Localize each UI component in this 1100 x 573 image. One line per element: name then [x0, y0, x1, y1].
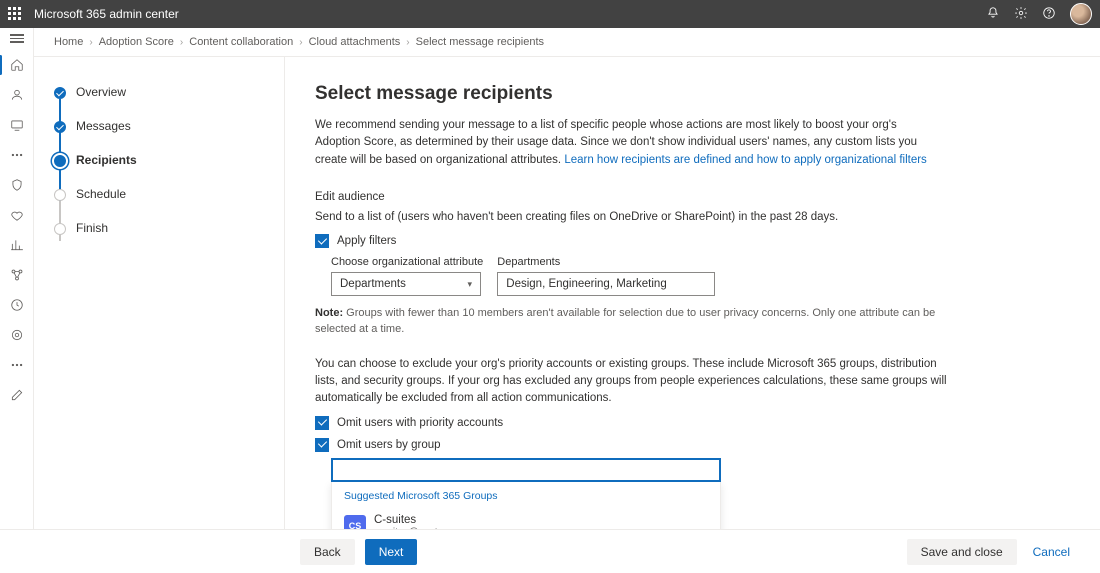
- left-nav-rail: [0, 28, 34, 573]
- audience-subtext: Send to a list of (users who haven't bee…: [315, 209, 955, 226]
- step-recipients[interactable]: Recipients: [54, 153, 264, 187]
- dots-icon[interactable]: [9, 147, 25, 163]
- devices-icon[interactable]: [9, 117, 25, 133]
- home-icon[interactable]: [9, 57, 25, 73]
- learn-link[interactable]: Learn how recipients are defined and how…: [564, 154, 926, 166]
- wizard-steps: Overview Messages Recipients Schedule Fi…: [34, 57, 284, 573]
- step-overview[interactable]: Overview: [54, 85, 264, 119]
- attribute-select[interactable]: Departments ▾: [331, 272, 481, 296]
- notifications-icon[interactable]: [986, 6, 1000, 23]
- app-title: Microsoft 365 admin center: [34, 7, 986, 21]
- account-avatar[interactable]: [1070, 3, 1092, 25]
- admin-icon[interactable]: [9, 297, 25, 313]
- edit-icon[interactable]: [9, 387, 25, 403]
- more-icon[interactable]: [9, 357, 25, 373]
- shield-icon[interactable]: [9, 177, 25, 193]
- nav-toggle-icon[interactable]: [10, 34, 24, 43]
- step-messages[interactable]: Messages: [54, 119, 264, 153]
- group-search-input[interactable]: [331, 458, 721, 482]
- app-launcher-icon[interactable]: [8, 7, 22, 21]
- omit-group-checkbox[interactable]: [315, 438, 329, 452]
- departments-label: Departments: [497, 256, 715, 268]
- page-title: Select message recipients: [315, 83, 1070, 105]
- step-finish[interactable]: Finish: [54, 221, 264, 235]
- wizard-footer: Back Next Save and close Cancel: [0, 529, 1100, 573]
- cancel-button[interactable]: Cancel: [1027, 545, 1076, 559]
- form-panel: Select message recipients We recommend s…: [284, 57, 1100, 573]
- chevron-down-icon: ▾: [467, 279, 472, 290]
- exclusion-intro: You can choose to exclude your org's pri…: [315, 356, 955, 408]
- departments-input[interactable]: Design, Engineering, Marketing: [497, 272, 715, 296]
- save-close-button[interactable]: Save and close: [907, 539, 1017, 565]
- breadcrumb-item[interactable]: Home: [54, 36, 83, 48]
- omit-group-label: Omit users by group: [337, 439, 441, 451]
- help-icon[interactable]: [1042, 6, 1056, 23]
- users-icon[interactable]: [9, 87, 25, 103]
- edit-audience-heading: Edit audience: [315, 191, 1070, 203]
- apply-filters-checkbox[interactable]: [315, 234, 329, 248]
- breadcrumb-item[interactable]: Adoption Score: [99, 36, 174, 48]
- page-intro: We recommend sending your message to a l…: [315, 117, 935, 169]
- note-text: Note: Groups with fewer than 10 members …: [315, 306, 955, 338]
- breadcrumb: Home› Adoption Score› Content collaborat…: [34, 28, 1100, 57]
- health-icon[interactable]: [9, 207, 25, 223]
- reports-icon[interactable]: [9, 237, 25, 253]
- settings-icon[interactable]: [1014, 6, 1028, 23]
- omit-priority-label: Omit users with priority accounts: [337, 417, 503, 429]
- omit-priority-checkbox[interactable]: [315, 416, 329, 430]
- billing-icon[interactable]: [9, 327, 25, 343]
- apply-filters-label: Apply filters: [337, 235, 396, 247]
- suggested-groups-heading: Suggested Microsoft 365 Groups: [332, 490, 720, 508]
- back-button[interactable]: Back: [300, 539, 355, 565]
- breadcrumb-item: Select message recipients: [416, 36, 544, 48]
- step-schedule[interactable]: Schedule: [54, 187, 264, 221]
- breadcrumb-item[interactable]: Content collaboration: [189, 36, 293, 48]
- next-button[interactable]: Next: [365, 539, 418, 565]
- nodes-icon[interactable]: [9, 267, 25, 283]
- attribute-label: Choose organizational attribute: [331, 256, 483, 268]
- breadcrumb-item[interactable]: Cloud attachments: [309, 36, 401, 48]
- suite-header: Microsoft 365 admin center: [0, 0, 1100, 28]
